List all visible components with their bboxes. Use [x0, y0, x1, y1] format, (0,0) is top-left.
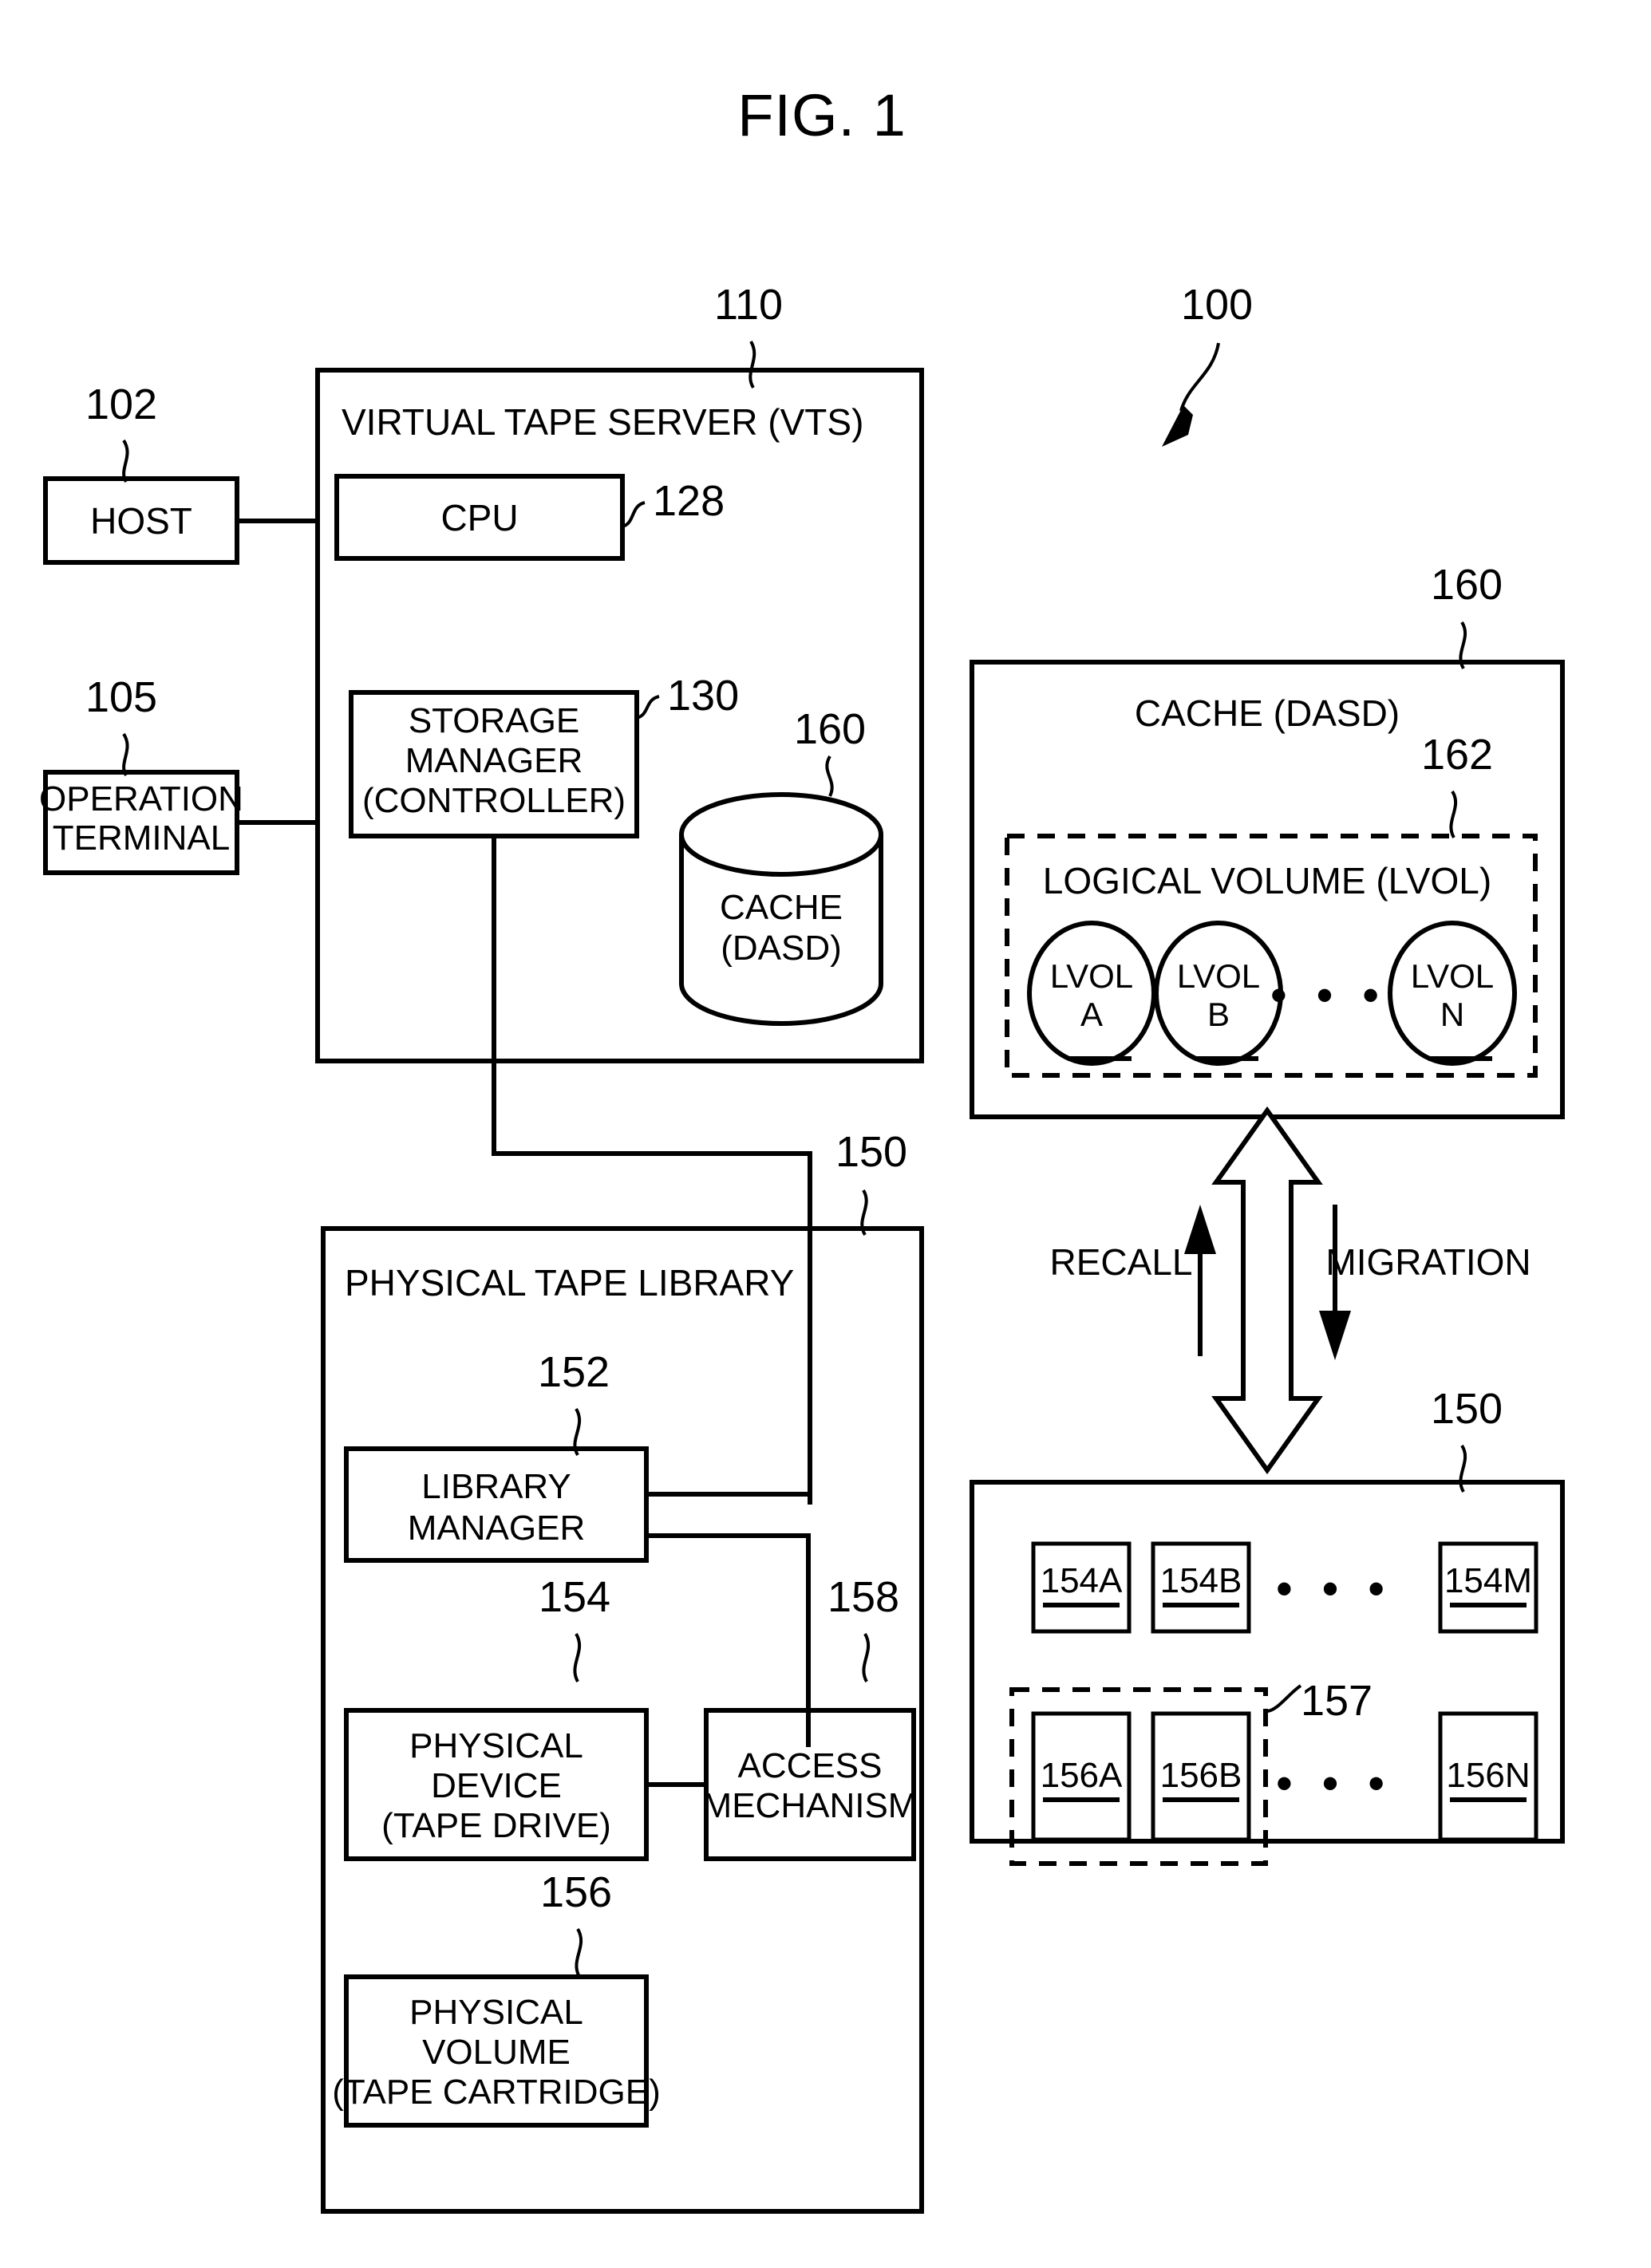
access-mechanism-label-line2: MECHANISM — [703, 1786, 918, 1825]
lvol-a-label-line2: A — [1080, 996, 1103, 1033]
figure-title: FIG. 1 — [737, 82, 906, 148]
physical-tape-library-title: PHYSICAL TAPE LIBRARY — [345, 1262, 794, 1304]
ref-158-leader — [862, 1632, 871, 1682]
storage-manager-label-line2: MANAGER — [405, 741, 583, 780]
ref-157-label: 157 — [1301, 1677, 1373, 1725]
physical-device-label-line2: DEVICE — [431, 1766, 562, 1805]
lvol-b-label-line2: B — [1207, 996, 1230, 1033]
library-manager-label-line2: MANAGER — [408, 1509, 585, 1548]
logical-volume-group-title: LOGICAL VOLUME (LVOL) — [1043, 860, 1491, 901]
migration-label: MIGRATION — [1325, 1241, 1531, 1283]
lvol-n-label-line2: N — [1440, 996, 1464, 1033]
migration-arrow-head — [1319, 1311, 1351, 1360]
operation-terminal-label-line1: OPERATION — [39, 779, 243, 818]
cache-cylinder-top — [679, 792, 883, 877]
drive-row-ellipsis: • • • — [1276, 1562, 1392, 1615]
ref-152-label: 152 — [538, 1348, 610, 1396]
ref-154-leader — [573, 1632, 582, 1682]
ref-130-leader — [636, 695, 660, 720]
cache-detail-title: CACHE (DASD) — [1135, 692, 1400, 734]
cpu-label: CPU — [440, 497, 518, 538]
ref-150-right-leader — [1459, 1444, 1467, 1493]
library-manager-to-access-connector — [646, 1533, 811, 1747]
ref-100-leader — [1179, 342, 1220, 412]
slot-156b-label: 156B — [1160, 1756, 1242, 1795]
ref-156-leader — [575, 1927, 583, 1978]
physical-volume-label-line1: PHYSICAL — [409, 1993, 583, 2032]
lvol-row-ellipsis: • • • — [1270, 968, 1387, 1022]
storage-manager-label-line3: (CONTROLLER) — [362, 781, 626, 820]
physical-tape-library-box[interactable] — [321, 1226, 924, 2214]
physical-device-label-line3: (TAPE DRIVE) — [381, 1806, 611, 1845]
recall-label: RECALL — [1050, 1241, 1193, 1283]
physical-device-label-line1: PHYSICAL — [409, 1726, 583, 1765]
recall-migration-double-arrow — [1211, 1106, 1323, 1475]
ref-102-label: 102 — [85, 381, 157, 428]
ref-110-leader — [748, 340, 756, 389]
ref-128-label: 128 — [653, 477, 725, 525]
ref-160-vts-label: 160 — [794, 705, 866, 753]
patent-figure: FIG. 1 100 102 HOST 105 OPERATION TERMIN… — [0, 0, 1651, 2268]
ref-156-label: 156 — [540, 1868, 612, 1916]
recall-arrow-head — [1184, 1205, 1216, 1254]
ref-160-detail-label: 160 — [1431, 561, 1503, 609]
slot-156a-label: 156A — [1041, 1756, 1123, 1795]
cache-cylinder-label-line1: CACHE — [720, 888, 843, 927]
ref-160-vts-leader — [825, 755, 834, 797]
ref-162-leader — [1449, 790, 1458, 839]
ref-162-label: 162 — [1421, 731, 1493, 779]
ref-100-label: 100 — [1181, 281, 1253, 329]
operation-terminal-label-line2: TERMINAL — [53, 818, 230, 858]
diagram-canvas: FIG. 1 100 102 HOST 105 OPERATION TERMIN… — [39, 82, 1565, 2214]
slot-156n-label: 156N — [1446, 1756, 1530, 1795]
host-label: HOST — [90, 500, 192, 542]
cache-cylinder-label-line2: (DASD) — [721, 929, 842, 968]
ref-100-arrowhead — [1162, 405, 1193, 447]
slot-154a-label: 154A — [1041, 1561, 1123, 1600]
lvol-a-label-line1: LVOL — [1050, 957, 1133, 995]
ref-110-label: 110 — [714, 281, 783, 329]
cache-cylinder-bottom — [679, 983, 883, 1026]
physical-volume-label-line3: (TAPE CARTRIDGE) — [332, 2073, 661, 2112]
library-manager-label-line1: LIBRARY — [421, 1467, 571, 1506]
ref-105-label: 105 — [85, 673, 157, 721]
ref-150-right-label: 150 — [1431, 1385, 1503, 1433]
slot-154m-label: 154M — [1444, 1561, 1532, 1600]
ref-105-leader — [122, 732, 129, 777]
ref-158-label: 158 — [827, 1573, 899, 1621]
lvol-b-label-line1: LVOL — [1177, 957, 1260, 995]
ref-130-label: 130 — [667, 672, 739, 720]
physical-volume-label-line2: VOLUME — [422, 2033, 571, 2072]
volume-row-ellipsis: • • • — [1276, 1757, 1392, 1810]
access-mechanism-label-line1: ACCESS — [738, 1746, 883, 1785]
ref-102-leader — [122, 439, 129, 483]
vts-title: VIRTUAL TAPE SERVER (VTS) — [342, 401, 863, 443]
ref-157-leader — [1266, 1684, 1302, 1713]
storage-manager-label-line1: STORAGE — [409, 701, 579, 740]
ref-150-left-label: 150 — [835, 1128, 907, 1176]
lvol-n-label-line1: LVOL — [1411, 957, 1494, 995]
ref-154-label: 154 — [539, 1573, 610, 1621]
slot-154b-label: 154B — [1160, 1561, 1242, 1600]
ref-128-leader — [622, 501, 646, 528]
